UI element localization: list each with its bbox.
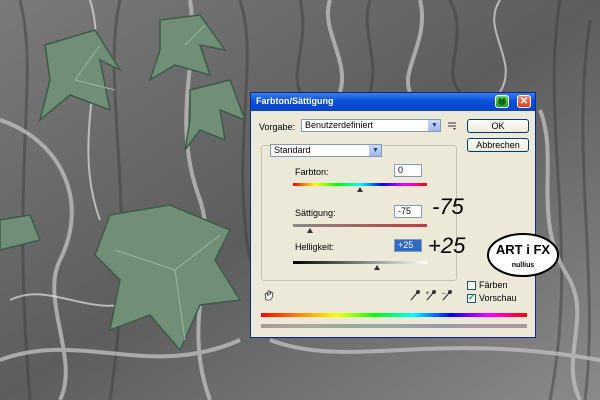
input-spectrum-bar: [261, 313, 527, 317]
help-button[interactable]: [495, 95, 509, 108]
preset-select-value: Benutzerdefiniert: [305, 120, 374, 130]
eyedropper-icon[interactable]: [409, 289, 421, 301]
saturation-label: Sättigung:: [295, 208, 336, 218]
hue-slider-track[interactable]: [293, 183, 427, 186]
artifx-logo: ART i FX nullius: [487, 233, 559, 277]
cancel-button[interactable]: Abbrechen: [467, 138, 529, 152]
chevron-down-icon: ▼: [369, 145, 381, 156]
preset-select[interactable]: Benutzerdefiniert ▼: [301, 119, 441, 132]
lightness-annotation: +25: [428, 233, 466, 258]
hue-field[interactable]: 0: [394, 164, 422, 177]
preset-options-icon[interactable]: [447, 120, 457, 130]
svg-text:−: −: [441, 290, 446, 297]
frog-icon: [498, 97, 506, 105]
saturation-slider-thumb[interactable]: [306, 228, 313, 233]
close-button[interactable]: ✕: [517, 95, 531, 108]
hue-saturation-dialog: Farbton/Sättigung ✕ Vorgabe: Benutzerdef…: [250, 92, 536, 338]
channel-select-value: Standard: [274, 145, 311, 155]
lightness-label: Helligkeit:: [295, 242, 335, 252]
svg-text:+: +: [425, 290, 430, 297]
colorize-checkbox[interactable]: [467, 281, 476, 290]
dialog-title: Farbton/Sättigung: [256, 96, 334, 106]
colorize-label: Färben: [479, 280, 508, 290]
channel-select[interactable]: Standard ▼: [270, 144, 382, 157]
close-icon: ✕: [519, 96, 529, 107]
adjustments-group: Standard ▼ Farbton: 0 Sättigung: -75 Hel…: [261, 144, 457, 281]
saturation-field[interactable]: -75: [394, 205, 422, 218]
eyedropper-plus-icon[interactable]: +: [425, 289, 437, 301]
preview-label: Vorschau: [479, 293, 517, 303]
eyedropper-minus-icon[interactable]: −: [441, 289, 453, 301]
saturation-slider-track[interactable]: [293, 224, 427, 227]
ok-button[interactable]: OK: [467, 119, 529, 133]
logo-text-bottom: nullius: [512, 262, 535, 269]
preview-checkbox[interactable]: [467, 292, 476, 303]
lightness-field[interactable]: +25: [394, 239, 422, 252]
hand-tool-icon[interactable]: [263, 289, 275, 301]
dialog-titlebar[interactable]: Farbton/Sättigung ✕: [251, 93, 535, 111]
lightness-slider-thumb[interactable]: [373, 265, 380, 270]
output-spectrum-bar: [261, 324, 527, 328]
chevron-down-icon: ▼: [428, 120, 440, 131]
logo-text-top: ART i FX: [496, 242, 550, 257]
saturation-annotation: -75: [432, 194, 464, 219]
hue-label: Farbton:: [295, 167, 329, 177]
hue-slider-thumb[interactable]: [357, 187, 363, 192]
lightness-slider-track[interactable]: [293, 261, 427, 264]
preset-label: Vorgabe:: [259, 122, 296, 132]
